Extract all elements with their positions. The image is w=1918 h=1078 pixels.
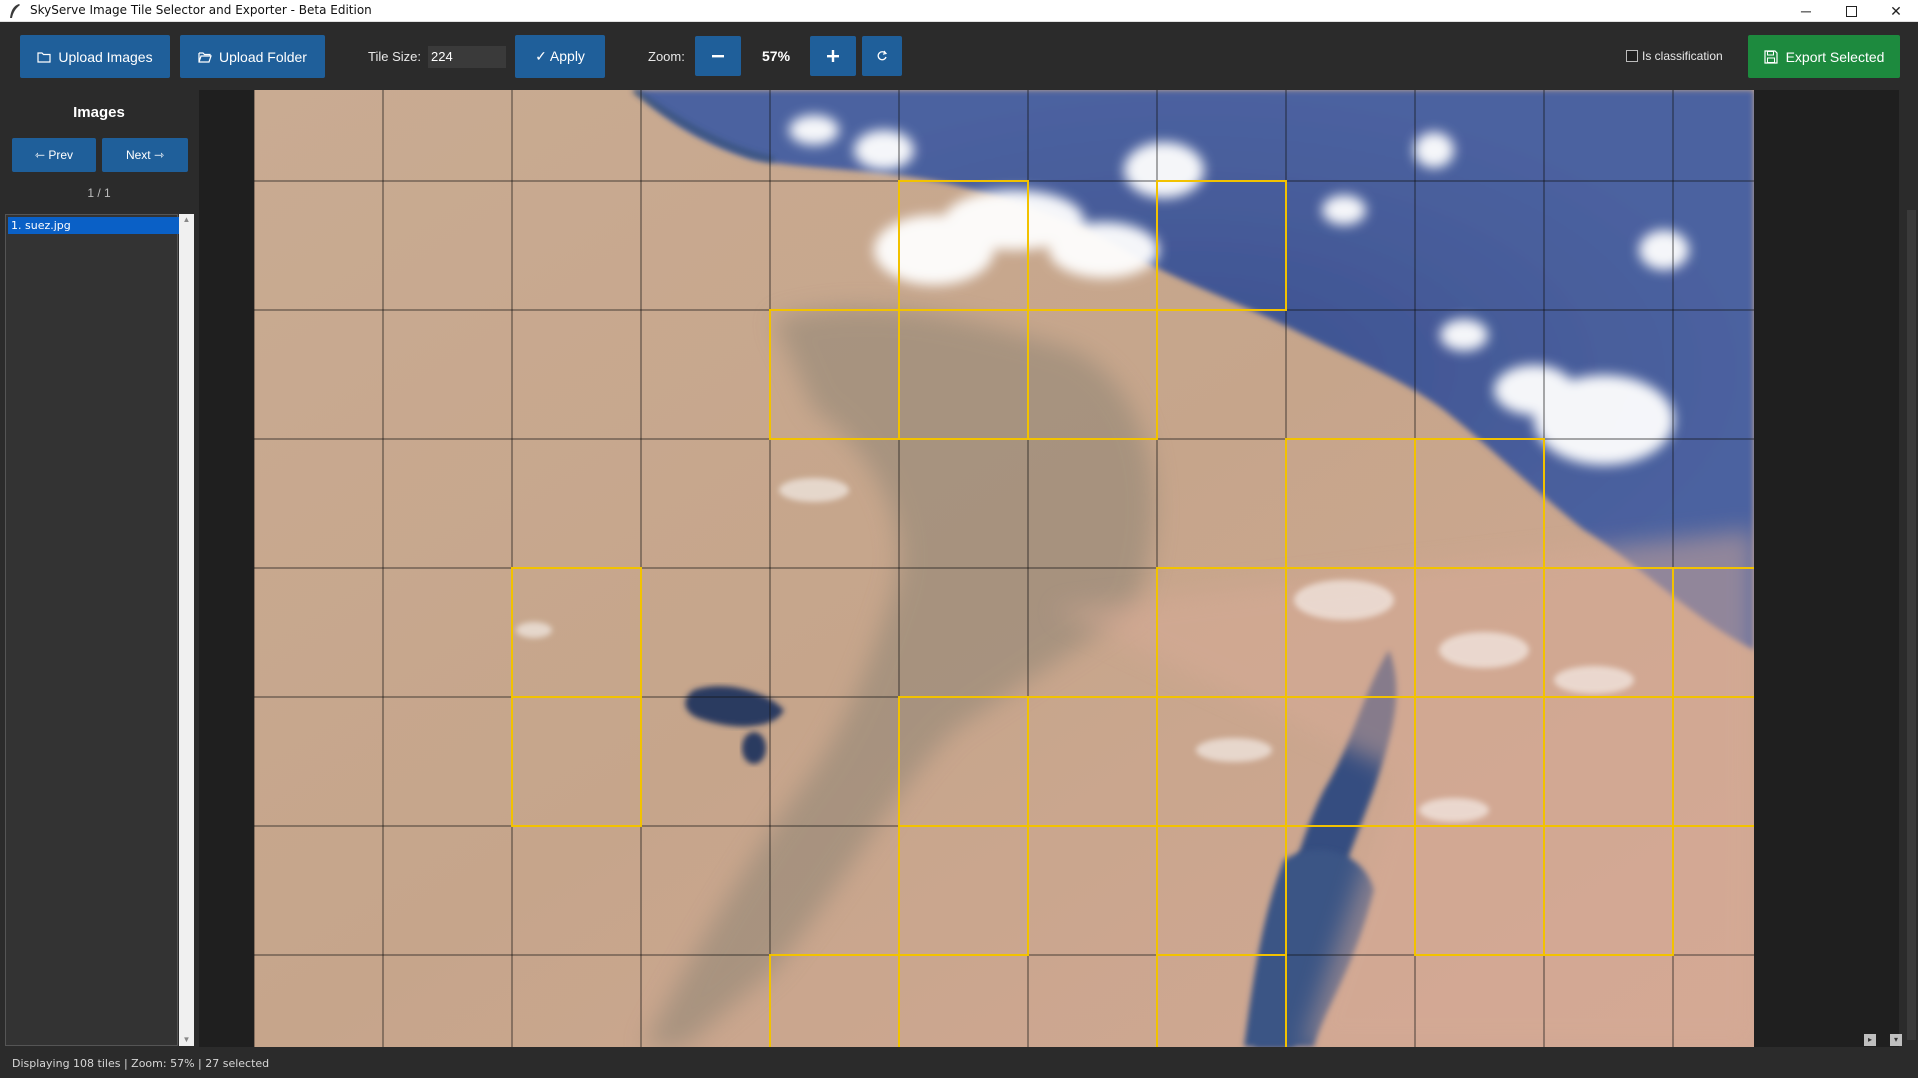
minus-icon — [712, 55, 724, 58]
status-text: Displaying 108 tiles | Zoom: 57% | 27 se… — [12, 1057, 270, 1070]
upload-folder-button[interactable]: Upload Folder — [180, 35, 325, 78]
apply-label: ✓ Apply — [535, 48, 585, 64]
next-label: Next ⇾ — [125, 148, 165, 162]
tile-size-label: Tile Size: — [368, 49, 421, 64]
window-title: SkyServe Image Tile Selector and Exporte… — [30, 3, 372, 17]
image-sidebar: Images ⇽ Prev Next ⇾ 1 / 1 1. suez.jpg ▲… — [0, 90, 198, 1047]
image-list-scrollbar[interactable]: ▲ ▼ — [179, 214, 194, 1046]
is-classification-label: Is classification — [1642, 49, 1723, 63]
tile-canvas[interactable] — [199, 90, 1899, 1047]
tile-size-input[interactable]: 224 — [428, 46, 506, 68]
upload-folder-label: Upload Folder — [219, 48, 307, 65]
save-icon — [1763, 49, 1778, 64]
title-bar: SkyServe Image Tile Selector and Exporte… — [0, 0, 1918, 22]
status-bar: Displaying 108 tiles | Zoom: 57% | 27 se… — [0, 1050, 1918, 1078]
upload-images-label: Upload Images — [58, 48, 153, 65]
zoom-value: 57% — [762, 48, 791, 64]
canvas-scroll-thumb[interactable] — [1907, 210, 1916, 1040]
sidebar-title: Images — [73, 104, 125, 121]
zoom-out-button[interactable] — [695, 36, 741, 76]
scroll-up-icon[interactable]: ▲ — [179, 214, 194, 226]
scroll-down-icon[interactable]: ▼ — [179, 1034, 194, 1046]
prev-label: ⇽ Prev — [34, 148, 74, 162]
export-selected-label: Export Selected — [1785, 48, 1885, 65]
app-feather-icon — [10, 4, 20, 18]
maximize-icon[interactable] — [1829, 0, 1873, 22]
reset-zoom-button[interactable] — [862, 36, 902, 76]
is-classification-checkbox[interactable] — [1626, 50, 1638, 62]
next-button[interactable]: Next ⇾ — [102, 138, 188, 172]
export-selected-button[interactable]: Export Selected — [1748, 35, 1900, 78]
plus-icon — [827, 50, 839, 62]
minimize-icon[interactable]: ─ — [1784, 0, 1828, 22]
image-viewport — [254, 90, 1754, 1047]
scroll-right-icon[interactable]: ▸ — [1864, 1034, 1876, 1046]
apply-button[interactable]: ✓ Apply — [515, 35, 605, 78]
canvas-vertical-scrollbar[interactable] — [1905, 90, 1918, 1047]
scroll-corner-icon[interactable]: ▾ — [1890, 1034, 1902, 1046]
satellite-image[interactable] — [254, 90, 1754, 1047]
image-counter: 1 / 1 — [87, 186, 111, 200]
list-item[interactable]: 1. suez.jpg — [8, 217, 180, 234]
zoom-in-button[interactable] — [810, 36, 856, 76]
image-list[interactable]: 1. suez.jpg — [5, 214, 180, 1046]
folder-open-icon — [198, 51, 212, 63]
zoom-label: Zoom: — [648, 49, 685, 64]
upload-images-button[interactable]: Upload Images — [20, 35, 170, 78]
reset-icon — [877, 50, 888, 61]
prev-button[interactable]: ⇽ Prev — [12, 138, 96, 172]
folder-icon — [37, 51, 52, 63]
close-icon[interactable]: ✕ — [1874, 0, 1918, 22]
